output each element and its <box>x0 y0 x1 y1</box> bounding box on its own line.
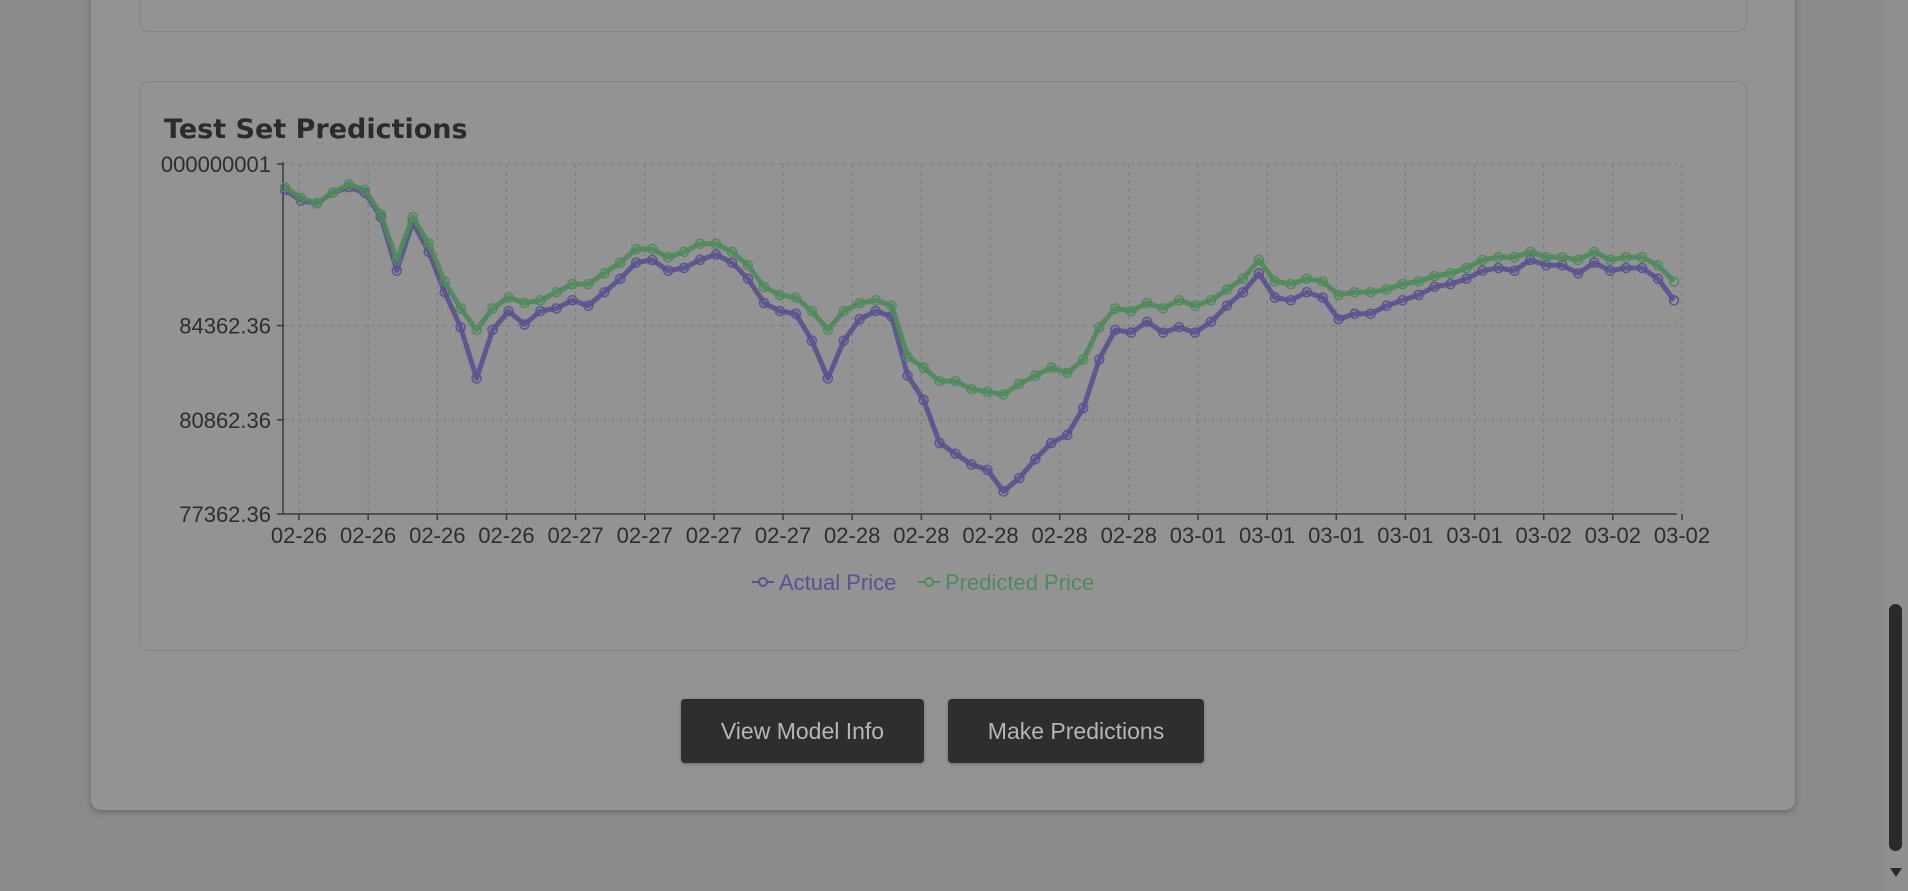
page-scrollbar[interactable] <box>1884 0 1908 891</box>
x-tick-label: 02-27 <box>686 523 742 548</box>
make-predictions-button[interactable]: Make Predictions <box>948 699 1204 763</box>
x-tick-label: 03-02 <box>1516 523 1572 548</box>
y-tick-label: 000000001 <box>161 152 271 177</box>
x-tick-label: 02-26 <box>409 523 465 548</box>
model-results-card: Test Set Predictions 77362.36 80862.36 843… <box>91 0 1795 810</box>
y-tick-label: 84362.36 <box>179 314 271 339</box>
x-tick-label: 03-02 <box>1654 523 1710 548</box>
legend-marker-icon <box>924 577 934 587</box>
predicted-price-line <box>283 182 1676 397</box>
scroll-down-arrow-icon[interactable] <box>1890 868 1902 877</box>
x-tick-label: 02-27 <box>617 523 673 548</box>
x-tick-label: 03-01 <box>1308 523 1364 548</box>
y-tick-label: 77362.36 <box>179 502 271 527</box>
x-tick-label: 02-26 <box>271 523 327 548</box>
x-tick-label: 02-26 <box>340 523 396 548</box>
scrollbar-thumb[interactable] <box>1889 604 1902 851</box>
previous-panel <box>139 0 1747 32</box>
x-tick-label: 02-26 <box>478 523 534 548</box>
legend-marker-icon <box>758 577 768 587</box>
legend-actual-price: Actual Price <box>779 570 896 595</box>
x-tick-label: 02-28 <box>1101 523 1157 548</box>
test-predictions-chart: 77362.36 80862.36 84362.36 000000001 02-26 02… <box>161 152 1710 595</box>
test-predictions-panel: Test Set Predictions 77362.36 80862.36 843… <box>139 81 1747 651</box>
x-tick-label: 03-01 <box>1239 523 1295 548</box>
x-tick-label: 03-01 <box>1170 523 1226 548</box>
x-tick-label: 03-01 <box>1377 523 1433 548</box>
legend-predicted-price: Predicted Price <box>945 570 1094 595</box>
x-tick-label: 02-28 <box>893 523 949 548</box>
y-tick-label: 80862.36 <box>179 408 271 433</box>
view-model-info-button[interactable]: View Model Info <box>681 699 924 763</box>
x-tick-label: 02-27 <box>547 523 603 548</box>
x-tick-label: 02-28 <box>824 523 880 548</box>
actual-price-line <box>283 184 1677 494</box>
x-tick-label: 02-28 <box>962 523 1018 548</box>
x-tick-label: 03-02 <box>1585 523 1641 548</box>
x-tick-label: 02-27 <box>755 523 811 548</box>
x-tick-label: 02-28 <box>1032 523 1088 548</box>
x-tick-label: 03-01 <box>1446 523 1502 548</box>
